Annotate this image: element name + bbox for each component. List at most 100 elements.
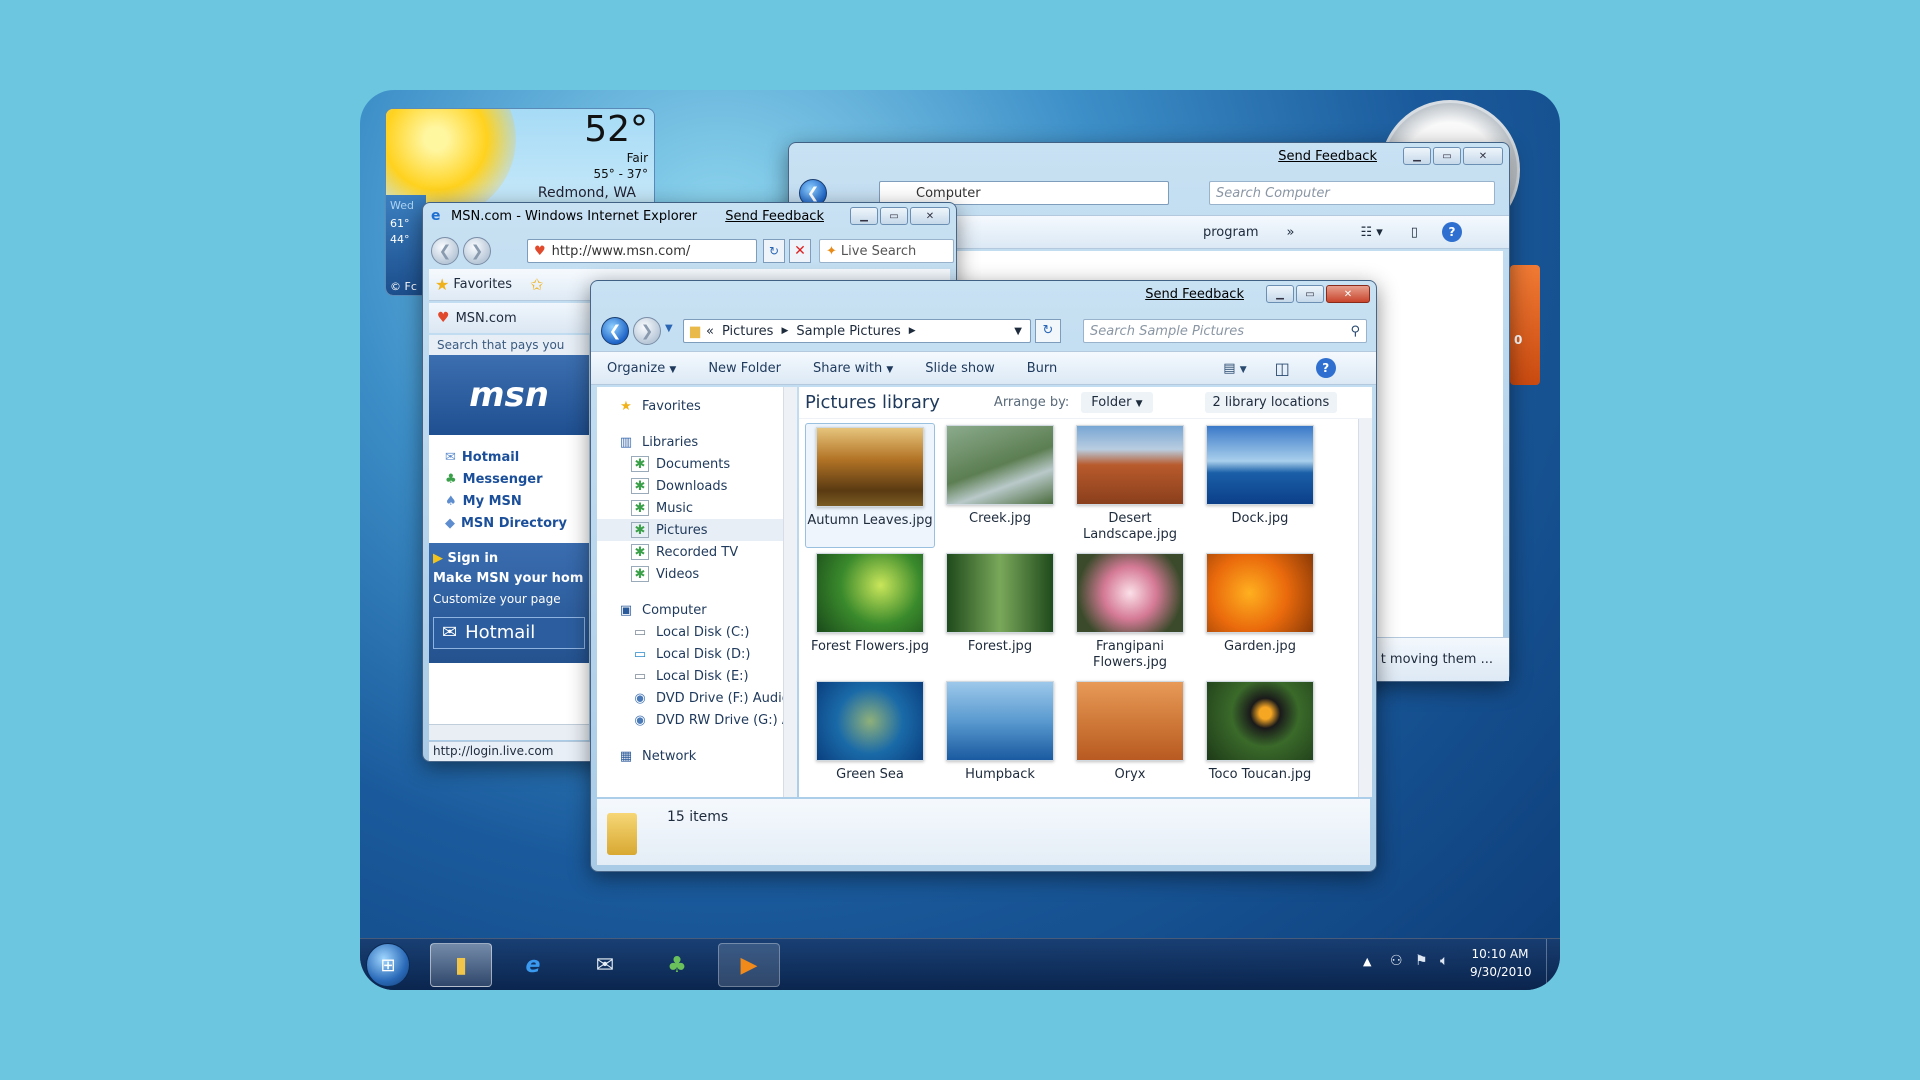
refresh-button[interactable]: ↻ <box>763 239 785 263</box>
nav-videos[interactable]: ✱ Videos <box>597 563 797 585</box>
minimize-button[interactable]: ▁ <box>1266 285 1294 303</box>
action-center-icon[interactable]: ⚑ <box>1415 953 1428 969</box>
windows-start-icon[interactable]: ⊞ <box>366 943 410 987</box>
url-bar[interactable]: ♥ http://www.msn.com/ <box>527 239 757 263</box>
send-feedback-link[interactable]: Send Feedback <box>725 209 824 224</box>
help-icon[interactable]: ? <box>1315 358 1336 378</box>
close-button[interactable]: ✕ <box>1463 147 1503 165</box>
nav-network[interactable]: ▦ Network <box>597 745 797 767</box>
burn-button[interactable]: Burn <box>1011 361 1074 376</box>
link-hotmail[interactable]: ✉ Hotmail <box>445 447 589 469</box>
customize-link[interactable]: Customize your page <box>433 589 585 609</box>
volume-icon[interactable]: 🔈︎ <box>1440 953 1448 969</box>
file-green-sea[interactable]: Green Sea <box>805 681 935 797</box>
crumb-overflow[interactable]: « <box>706 324 714 339</box>
minimize-button[interactable]: ▁ <box>850 207 878 225</box>
change-view-icon[interactable]: ▤ ▼ <box>1223 361 1246 376</box>
file-creek[interactable]: Creek.jpg <box>935 425 1065 550</box>
maximize-button[interactable]: ▭ <box>1296 285 1324 303</box>
add-favorite-icon[interactable]: ✩ <box>530 275 543 294</box>
back-button[interactable]: ❮ <box>431 237 459 265</box>
show-desktop-button[interactable] <box>1546 939 1560 990</box>
nav-computer[interactable]: ▣ Computer <box>597 599 797 621</box>
nav-drive-f[interactable]: ◉ DVD Drive (F:) Audio <box>597 687 797 709</box>
nav-recorded-tv[interactable]: ✱ Recorded TV <box>597 541 797 563</box>
maximize-button[interactable]: ▭ <box>880 207 908 225</box>
sign-in-link[interactable]: ▶ Sign in <box>433 549 585 569</box>
nav-scrollbar[interactable] <box>783 387 797 797</box>
nav-music[interactable]: ✱ Music <box>597 497 797 519</box>
make-msn-home[interactable]: Make MSN your hom <box>433 569 585 589</box>
horizontal-scrollbar[interactable] <box>429 724 589 740</box>
close-button[interactable]: ✕ <box>1326 285 1370 303</box>
maximize-button[interactable]: ▭ <box>1433 147 1461 165</box>
network-tray-icon[interactable]: ⚇ <box>1390 953 1403 969</box>
search-input[interactable]: Search Computer <box>1209 181 1495 205</box>
refresh-button[interactable]: ↻ <box>1035 319 1061 343</box>
nav-pictures[interactable]: ✱ Pictures <box>597 519 797 541</box>
new-folder-button[interactable]: New Folder <box>692 361 797 376</box>
explorer-window[interactable]: Send Feedback ▁ ▭ ✕ ❮ ❯ ▼ ▆ « Pictures ▶… <box>590 280 1377 872</box>
nav-drive-c[interactable]: ▭ Local Disk (C:) <box>597 621 797 643</box>
favorites-button[interactable]: Favorites <box>453 277 512 292</box>
file-desert-landscape[interactable]: Desert Landscape.jpg <box>1065 425 1195 550</box>
file-forest-flowers[interactable]: Forest Flowers.jpg <box>805 553 935 678</box>
crumb-sample-pictures[interactable]: Sample Pictures <box>796 324 900 339</box>
nav-drive-d[interactable]: ▭ Local Disk (D:) <box>597 643 797 665</box>
nav-drive-g[interactable]: ◉ DVD RW Drive (G:) A <box>597 709 797 731</box>
show-hidden-icons[interactable]: ▲ <box>1363 955 1371 968</box>
hotmail-button[interactable]: ✉ Hotmail <box>433 617 585 649</box>
live-search-input[interactable]: ✦ Live Search <box>819 239 954 263</box>
file-autumn-leaves[interactable]: Autumn Leaves.jpg <box>805 423 935 548</box>
arrange-by-dropdown[interactable]: Folder ▼ <box>1081 392 1153 413</box>
search-input[interactable]: Search Sample Pictures ⚲ <box>1083 319 1367 343</box>
nav-documents[interactable]: ✱ Documents <box>597 453 797 475</box>
chevron-right-icon[interactable]: ▶ <box>781 326 788 336</box>
send-feedback-link[interactable]: Send Feedback <box>1145 287 1244 302</box>
send-feedback-link[interactable]: Send Feedback <box>1278 149 1377 164</box>
minimize-button[interactable]: ▁ <box>1403 147 1431 165</box>
help-icon[interactable]: ? <box>1441 222 1462 242</box>
back-button[interactable]: ❮ <box>601 317 629 345</box>
crumb-pictures[interactable]: Pictures <box>722 324 773 339</box>
recent-pages-icon[interactable]: ▼ <box>665 323 673 334</box>
more-button[interactable]: » <box>1287 225 1295 240</box>
address-bar[interactable]: ▆ « Pictures ▶ Sample Pictures ▶ ▼ <box>683 319 1031 343</box>
file-forest[interactable]: Forest.jpg <box>935 553 1065 678</box>
msn-search-bar[interactable]: Search that pays you <box>429 335 589 355</box>
preview-pane-icon[interactable]: ◫ <box>1275 359 1290 378</box>
chevron-right-icon[interactable]: ▶ <box>909 326 916 336</box>
nav-libraries[interactable]: ▥ Libraries <box>597 431 797 453</box>
forward-button[interactable]: ❯ <box>633 317 661 345</box>
nav-downloads[interactable]: ✱ Downloads <box>597 475 797 497</box>
link-msn-directory[interactable]: ◆ MSN Directory <box>445 513 589 535</box>
tab-msn[interactable]: MSN.com <box>456 311 517 326</box>
file-humpback[interactable]: Humpback <box>935 681 1065 797</box>
library-locations-link[interactable]: 2 library locations <box>1204 392 1338 413</box>
clock[interactable]: 10:10 AM 9/30/2010 <box>1470 945 1532 981</box>
explorer-folder-icon[interactable]: ▮ <box>430 943 492 987</box>
messenger-icon[interactable]: ♣ <box>646 943 708 987</box>
file-garden[interactable]: Garden.jpg <box>1195 553 1325 678</box>
content-scrollbar[interactable] <box>1358 419 1372 797</box>
preview-pane-icon[interactable]: ▯ <box>1411 225 1418 240</box>
media-player-icon[interactable]: ▶ <box>718 943 780 987</box>
nav-drive-e[interactable]: ▭ Local Disk (E:) <box>597 665 797 687</box>
link-messenger[interactable]: ♣ Messenger <box>445 469 589 491</box>
file-dock[interactable]: Dock.jpg <box>1195 425 1325 550</box>
internet-explorer-icon[interactable]: e <box>502 943 564 987</box>
slide-show-button[interactable]: Slide show <box>909 361 1010 376</box>
share-with-button[interactable]: Share with ▼ <box>797 361 909 376</box>
view-icon[interactable]: ☷ ▾ <box>1360 225 1382 240</box>
close-button[interactable]: ✕ <box>910 207 950 225</box>
stop-button[interactable]: ✕ <box>789 239 811 263</box>
file-toco-toucan[interactable]: Toco Toucan.jpg <box>1195 681 1325 797</box>
nav-favorites[interactable]: ★ Favorites <box>597 395 797 417</box>
file-oryx[interactable]: Oryx <box>1065 681 1195 797</box>
address-dropdown-icon[interactable]: ▼ <box>1014 326 1022 337</box>
link-my-msn[interactable]: ♠ My MSN <box>445 491 589 513</box>
toolbar-text[interactable]: program <box>1203 225 1259 240</box>
search-icon[interactable]: ⚲ <box>1350 324 1360 339</box>
file-frangipani-flowers[interactable]: Frangipani Flowers.jpg <box>1065 553 1195 678</box>
organize-button[interactable]: Organize ▼ <box>591 361 692 376</box>
